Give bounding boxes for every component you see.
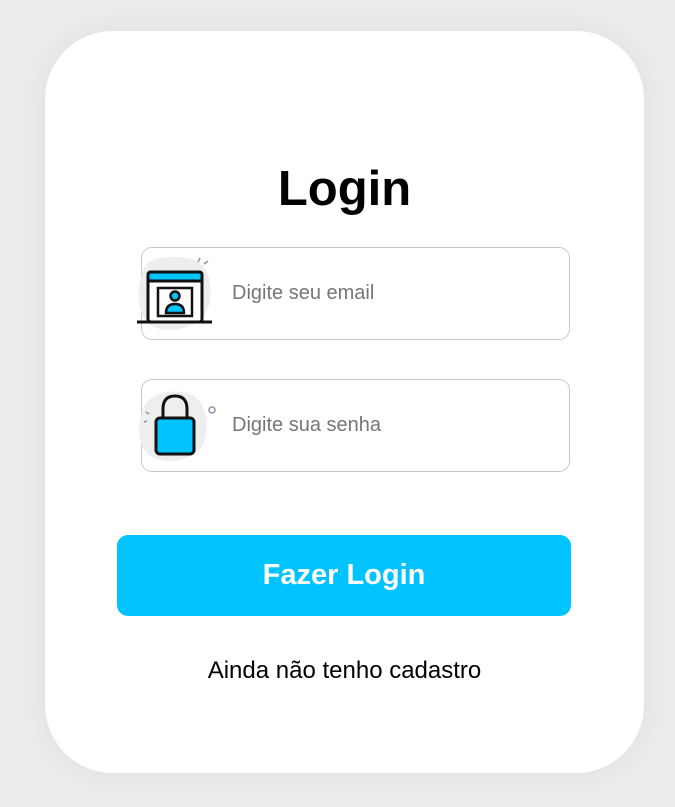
- email-input[interactable]: [232, 248, 552, 338]
- padlock-icon: [138, 391, 216, 462]
- password-input[interactable]: [232, 380, 552, 470]
- signup-link[interactable]: Ainda não tenho cadastro: [45, 657, 644, 685]
- email-field[interactable]: [137, 247, 570, 340]
- password-field[interactable]: [138, 379, 570, 472]
- user-profile-window-icon: [137, 256, 212, 330]
- login-button[interactable]: Fazer Login: [117, 535, 571, 616]
- page-title: Login: [277, 162, 412, 216]
- login-card: Login Fazer Login Ainda não tenho cadast…: [45, 31, 644, 773]
